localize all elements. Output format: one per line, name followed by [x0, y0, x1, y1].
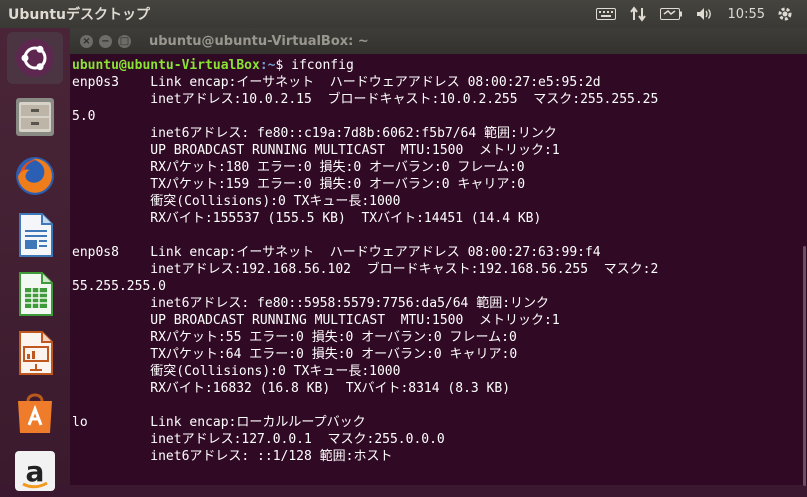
- settings-gear-icon[interactable]: [777, 6, 793, 22]
- maximize-icon[interactable]: □: [118, 34, 131, 48]
- terminal-title: ubuntu@ubuntu-VirtualBox: ~: [149, 33, 369, 49]
- unity-launcher: a: [0, 28, 70, 491]
- command-text: ifconfig: [291, 58, 354, 73]
- terminal-scrollbar[interactable]: [801, 56, 807, 486]
- keyboard-indicator-icon[interactable]: [595, 8, 616, 20]
- terminal-titlebar[interactable]: × − □ ubuntu@ubuntu-VirtualBox: ~: [70, 28, 807, 54]
- prompt-user: ubuntu@ubuntu-VirtualBox: [72, 58, 260, 73]
- network-updown-icon[interactable]: [629, 6, 646, 22]
- launcher-item-amazon[interactable]: a: [7, 445, 63, 497]
- scrollbar-thumb[interactable]: [803, 246, 806, 486]
- close-icon[interactable]: ×: [80, 34, 93, 48]
- launcher-item-calc[interactable]: [7, 268, 63, 320]
- minimize-icon[interactable]: −: [99, 34, 112, 48]
- software-bag-icon: [18, 393, 52, 433]
- firefox-icon: [16, 157, 54, 195]
- clock-label[interactable]: 10:55: [728, 7, 765, 22]
- terminal-body[interactable]: ubuntu@ubuntu-VirtualBox:~$ ifconfig enp…: [70, 54, 807, 485]
- prompt-path: :~: [259, 58, 276, 73]
- top-panel: Ubuntuデスクトップ 10:55: [0, 0, 807, 28]
- file-cabinet-icon: [16, 98, 54, 136]
- launcher-item-writer[interactable]: [7, 209, 63, 261]
- svg-text:a: a: [26, 455, 45, 488]
- impress-icon: [19, 331, 53, 375]
- amazon-icon: a: [15, 451, 55, 491]
- calc-icon: [19, 272, 53, 316]
- ubuntu-logo-icon: [16, 39, 54, 77]
- terminal-text[interactable]: ubuntu@ubuntu-VirtualBox:~$ ifconfig enp…: [72, 57, 658, 465]
- launcher-item-files[interactable]: [7, 91, 63, 143]
- active-app-title: Ubuntuデスクトップ: [8, 7, 150, 23]
- writer-icon: [19, 213, 53, 257]
- launcher-item-software[interactable]: [7, 386, 63, 438]
- battery-icon[interactable]: [659, 8, 682, 20]
- indicator-area: 10:55: [595, 0, 807, 28]
- command-output: enp0s3 Link encap:イーサネット ハードウェアアドレス 08:0…: [72, 75, 659, 464]
- launcher-item-dash[interactable]: [7, 32, 63, 84]
- volume-icon[interactable]: [696, 7, 714, 21]
- launcher-item-firefox[interactable]: [7, 150, 63, 202]
- prompt-symbol: $: [275, 58, 292, 73]
- launcher-item-impress[interactable]: [7, 327, 63, 379]
